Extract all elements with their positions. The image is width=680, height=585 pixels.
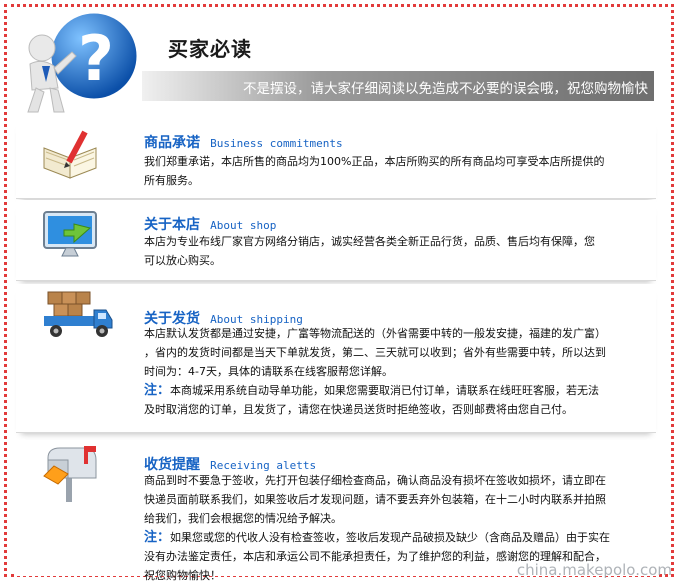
section-body: 我们郑重承诺，本店所售的商品均为100%正品，本店所购买的所有商品均可享受本店所…	[144, 152, 654, 190]
text-line: 快递员面前联系我们，如果签收后才发现问题，请不要丢弃外包装箱，在十二小时内联系并…	[144, 493, 606, 506]
notice-banner: 不是摆设，请大家仔细阅读以免造成不必要的误会哦，祝您购物愉快	[142, 71, 654, 101]
note-text: 如果您或您的代收人没有检查签收，签收后发现产品破损及缺少（含商品及赠品）由于实在	[170, 531, 611, 544]
heading-en: About shop	[210, 219, 277, 232]
text-line: 可以放心购买。	[144, 254, 221, 267]
section-business-commitments: 商品承诺 Business commitments 我们郑重承诺，本店所售的商品…	[16, 118, 656, 199]
heading-en: Business commitments	[210, 137, 343, 150]
text-line: 给我们，我们会根据您的情况给予解决。	[144, 512, 342, 525]
banner-text: 不是摆设，请大家仔细阅读以免造成不必要的误会哦，祝您购物愉快	[243, 81, 648, 97]
text-line: 时间为：4-7天，具体的请联系在线客服帮您详解。	[144, 365, 393, 378]
section-heading: 商品承诺 Business commitments	[144, 132, 343, 152]
section-body: 本店为专业布线厂家官方网络分销店，诚实经营各类全新正品行货，品质、售后均有保障，…	[144, 232, 654, 270]
section-heading: 关于本店 About shop	[144, 214, 276, 234]
heading-cn: 商品承诺	[144, 135, 200, 151]
book-pen-icon	[43, 130, 97, 179]
delivery-truck-icon	[44, 291, 113, 337]
heading-cn: 关于本店	[144, 217, 200, 233]
text-line: 及时取消您的订单，且发货了，请您在快递员送货时拒绝签收，否则邮费将由您自己付。	[144, 403, 573, 416]
note-line: 注：本商城采用系统自动导单功能，如果您需要取消已付订单，请联系在线旺旺客服，若无…	[144, 381, 654, 400]
text-line: 商品到时不要急于签收，先打开包装仔细检查商品，确认商品没有损坏在签收如损坏，请立…	[144, 474, 606, 487]
section-body: 本店默认发货都是通过安捷，广富等物流配送的（外省需要中转的一般发安捷，福建的发广…	[144, 324, 654, 419]
page-title: 买家必读	[168, 37, 252, 61]
text-line: 我们郑重承诺，本店所售的商品均为100%正品，本店所购买的所有商品均可享受本店所…	[144, 155, 605, 168]
note-line: 注：如果您或您的代收人没有检查签收，签收后发现产品破损及缺少（含商品及赠品）由于…	[144, 528, 654, 547]
monitor-icon	[43, 211, 97, 257]
mailbox-icon	[43, 446, 97, 502]
watermark: china.makepolo.com	[516, 561, 672, 579]
note-label: 注：	[144, 383, 171, 398]
svg-text:?: ?	[78, 22, 114, 95]
text-line: 本店为专业布线厂家官方网络分销店，诚实经营各类全新正品行货，品质、售后均有保障，…	[144, 235, 595, 248]
section-receiving: 收货提醒 Receiving aletts 商品到时不要急于签收，先打开包装仔细…	[16, 440, 656, 582]
section-about-shop: 关于本店 About shop 本店为专业布线厂家官方网络分销店，诚实经营各类全…	[16, 200, 656, 281]
text-line: ，省内的发货时间都是当天下单就发货，第二、三天就可以收到；省外有些需要中转，所以…	[144, 346, 606, 359]
section-about-shipping: 关于发货 About shipping 本店默认发货都是通过安捷，广富等物流配送…	[16, 284, 656, 433]
note-label: 注：	[144, 530, 171, 545]
question-mascot-icon: ?	[27, 10, 140, 113]
note-text: 本商城采用系统自动导单功能，如果您需要取消已付订单，请联系在线旺旺客服，若无法	[170, 384, 600, 397]
text-line: 本店默认发货都是通过安捷，广富等物流配送的（外省需要中转的一般发安捷，福建的发广…	[144, 327, 606, 340]
text-line: 所有服务。	[144, 174, 199, 187]
